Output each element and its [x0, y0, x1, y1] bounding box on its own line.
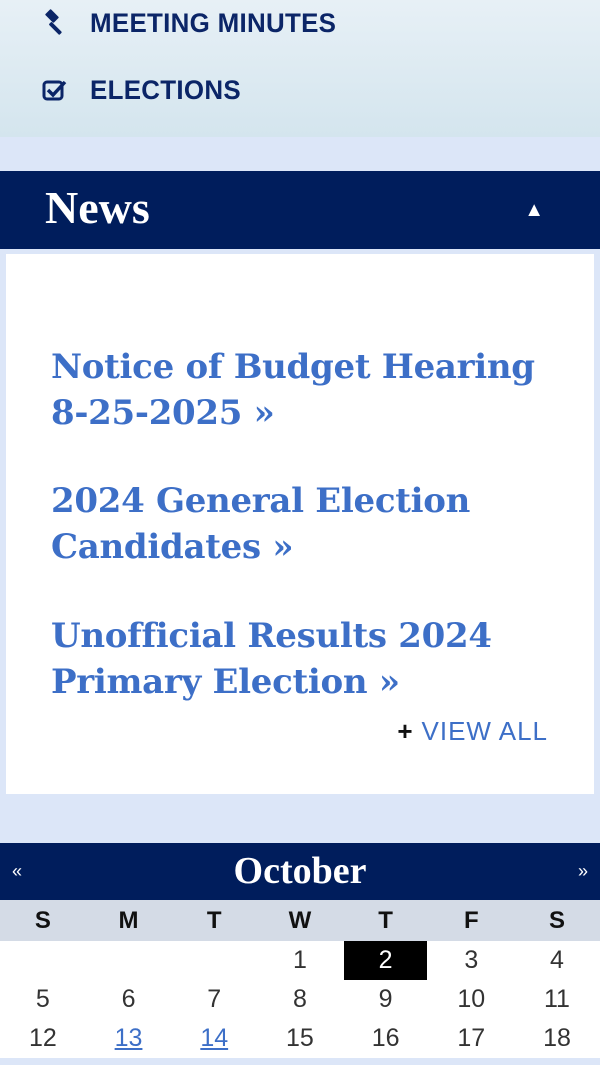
view-all-label: VIEW ALL [421, 716, 548, 746]
calendar-grid: 1 2 3 4 5 6 7 8 9 10 11 12 13 14 15 16 1… [0, 941, 600, 1058]
nav-item-label: ELECTIONS [90, 74, 241, 105]
calendar-week: 1 2 3 4 [0, 941, 600, 980]
calendar-day: 17 [457, 1024, 486, 1052]
news-item[interactable]: Notice of Budget Hearing 8-25-2025 » [51, 344, 571, 436]
collapse-toggle-icon[interactable]: ▲ [524, 199, 544, 222]
calendar-day: 6 [121, 985, 136, 1013]
nav-item-label: MEETING MINUTES [90, 7, 337, 38]
calendar-weekday-row: S M T W T F S [0, 900, 600, 941]
news-item[interactable]: Unofficial Results 2024 Primary Election… [51, 613, 571, 705]
calendar-day: 7 [207, 985, 222, 1013]
news-list: Notice of Budget Hearing 8-25-2025 » 202… [6, 254, 594, 794]
weekday-label: F [463, 907, 479, 934]
calendar-day: 8 [292, 985, 307, 1013]
top-nav: MEETING MINUTES ELECTIONS [0, 0, 600, 137]
weekday-label: T [378, 907, 393, 934]
news-item[interactable]: 2024 General Election Candidates » [51, 478, 571, 570]
calendar-day: 11 [543, 985, 570, 1013]
checkbox-icon [40, 75, 70, 105]
calendar-day [86, 941, 172, 980]
next-month-button[interactable]: » [578, 861, 588, 882]
calendar-day [171, 941, 257, 980]
calendar-header: « October » [0, 843, 600, 900]
calendar-day: 9 [378, 985, 393, 1013]
nav-item-meeting-minutes[interactable]: MEETING MINUTES [40, 3, 347, 43]
calendar-day: 18 [543, 1024, 571, 1052]
calendar-day: 12 [28, 1024, 57, 1052]
calendar-day: 10 [457, 985, 486, 1013]
calendar-day: 5 [35, 985, 50, 1013]
view-all-link[interactable]: + VIEW ALL [397, 716, 548, 747]
calendar-day: 1 [292, 946, 307, 974]
weekday-label: S [548, 907, 565, 934]
calendar-day: 16 [371, 1024, 400, 1052]
calendar-day: 15 [286, 1024, 314, 1052]
plus-icon: + [397, 716, 414, 746]
calendar-day-today: 2 [343, 941, 428, 980]
calendar-day: 3 [464, 946, 479, 974]
news-header: News ▲ [0, 171, 600, 249]
news-title: News [45, 182, 150, 233]
calendar-day [0, 941, 86, 980]
calendar-week: 5 6 7 8 9 10 11 [0, 980, 600, 1019]
nav-item-elections[interactable]: ELECTIONS [40, 70, 247, 110]
weekday-label: T [206, 907, 222, 934]
calendar-week: 12 13 14 15 16 17 18 [0, 1019, 600, 1058]
calendar-day: 4 [550, 946, 564, 974]
weekday-label: M [118, 907, 139, 934]
calendar-day-event-link[interactable]: 13 [86, 1019, 172, 1058]
weekday-label: W [288, 907, 312, 934]
weekday-label: S [34, 907, 51, 934]
gavel-icon [40, 8, 70, 38]
calendar-month: October [233, 850, 367, 892]
calendar-day-event-link[interactable]: 14 [171, 1019, 257, 1058]
